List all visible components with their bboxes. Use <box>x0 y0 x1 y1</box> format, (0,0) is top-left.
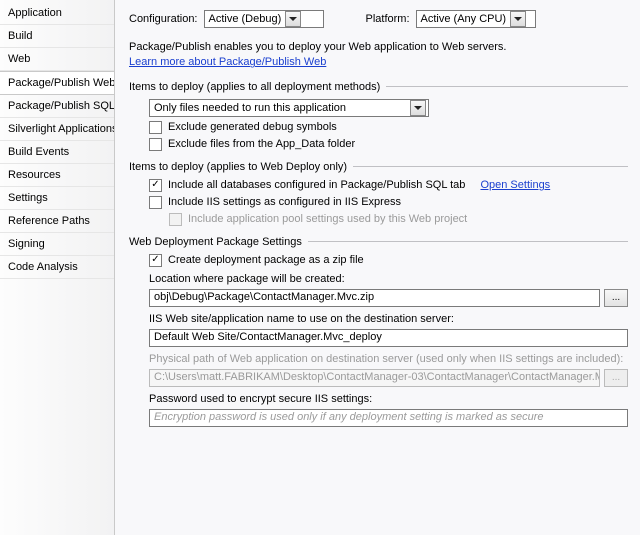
platform-select[interactable]: Active (Any CPU) <box>416 10 536 28</box>
password-label: Password used to encrypt secure IIS sett… <box>149 393 628 405</box>
exclude-debug-label: Exclude generated debug symbols <box>168 121 337 133</box>
platform-value: Active (Any CPU) <box>421 13 507 25</box>
sidebar-item-build-events[interactable]: Build Events <box>0 141 114 164</box>
site-name-input[interactable]: Default Web Site/ContactManager.Mvc_depl… <box>149 329 628 347</box>
group-webdeploy-title: Items to deploy (applies to Web Deploy o… <box>129 161 347 173</box>
include-iis-checkbox[interactable] <box>149 196 162 209</box>
main-panel: Configuration: Active (Debug) Platform: … <box>115 0 640 535</box>
sidebar-item-code-analysis[interactable]: Code Analysis <box>0 256 114 279</box>
exclude-appdata-checkbox[interactable] <box>149 138 162 151</box>
intro-text: Package/Publish enables you to deploy yo… <box>129 40 628 55</box>
configuration-value: Active (Debug) <box>209 13 282 25</box>
items-to-deploy-value: Only files needed to run this applicatio… <box>154 102 346 114</box>
platform-label: Platform: <box>366 13 410 25</box>
dropdown-icon <box>510 11 526 27</box>
sidebar-item-package-publish-web[interactable]: Package/Publish Web <box>0 71 114 95</box>
group-all-title: Items to deploy (applies to all deployme… <box>129 81 380 93</box>
sidebar-item-build[interactable]: Build <box>0 25 114 48</box>
sidebar-item-web[interactable]: Web <box>0 48 114 71</box>
include-databases-label: Include all databases configured in Pack… <box>168 179 465 191</box>
configuration-label: Configuration: <box>129 13 198 25</box>
sidebar-item-resources[interactable]: Resources <box>0 164 114 187</box>
site-name-label: IIS Web site/application name to use on … <box>149 313 628 325</box>
dropdown-icon <box>285 11 301 27</box>
divider <box>386 86 628 87</box>
include-iis-label: Include IIS settings as configured in II… <box>168 196 401 208</box>
include-databases-checkbox[interactable]: ✓ <box>149 179 162 192</box>
location-label: Location where package will be created: <box>149 273 628 285</box>
learn-more-link[interactable]: Learn more about Package/Publish Web <box>129 56 326 68</box>
divider <box>353 166 628 167</box>
include-apppool-label: Include application pool settings used b… <box>188 213 467 225</box>
dropdown-icon <box>410 100 426 116</box>
location-input[interactable]: obj\Debug\Package\ContactManager.Mvc.zip <box>149 289 600 307</box>
browse-location-button[interactable]: ... <box>604 289 628 307</box>
sidebar-item-settings[interactable]: Settings <box>0 187 114 210</box>
divider <box>308 241 628 242</box>
sidebar-item-silverlight-applications[interactable]: Silverlight Applications <box>0 118 114 141</box>
physical-path-label: Physical path of Web application on dest… <box>149 353 628 365</box>
password-input[interactable]: Encryption password is used only if any … <box>149 409 628 427</box>
include-apppool-checkbox <box>169 213 182 226</box>
sidebar-item-signing[interactable]: Signing <box>0 233 114 256</box>
exclude-debug-checkbox[interactable] <box>149 121 162 134</box>
physical-path-input: C:\Users\matt.FABRIKAM\Desktop\ContactMa… <box>149 369 600 387</box>
browse-physical-button: ... <box>604 369 628 387</box>
sidebar-item-package-publish-sql[interactable]: Package/Publish SQL <box>0 95 114 118</box>
exclude-appdata-label: Exclude files from the App_Data folder <box>168 138 355 150</box>
sidebar-item-reference-paths[interactable]: Reference Paths <box>0 210 114 233</box>
create-zip-checkbox[interactable]: ✓ <box>149 254 162 267</box>
group-package-title: Web Deployment Package Settings <box>129 236 302 248</box>
sidebar: ApplicationBuildWebPackage/Publish WebPa… <box>0 0 115 535</box>
open-settings-link[interactable]: Open Settings <box>480 179 550 191</box>
sidebar-item-application[interactable]: Application <box>0 2 114 25</box>
create-zip-label: Create deployment package as a zip file <box>168 254 364 266</box>
items-to-deploy-select[interactable]: Only files needed to run this applicatio… <box>149 99 429 117</box>
configuration-select[interactable]: Active (Debug) <box>204 10 324 28</box>
